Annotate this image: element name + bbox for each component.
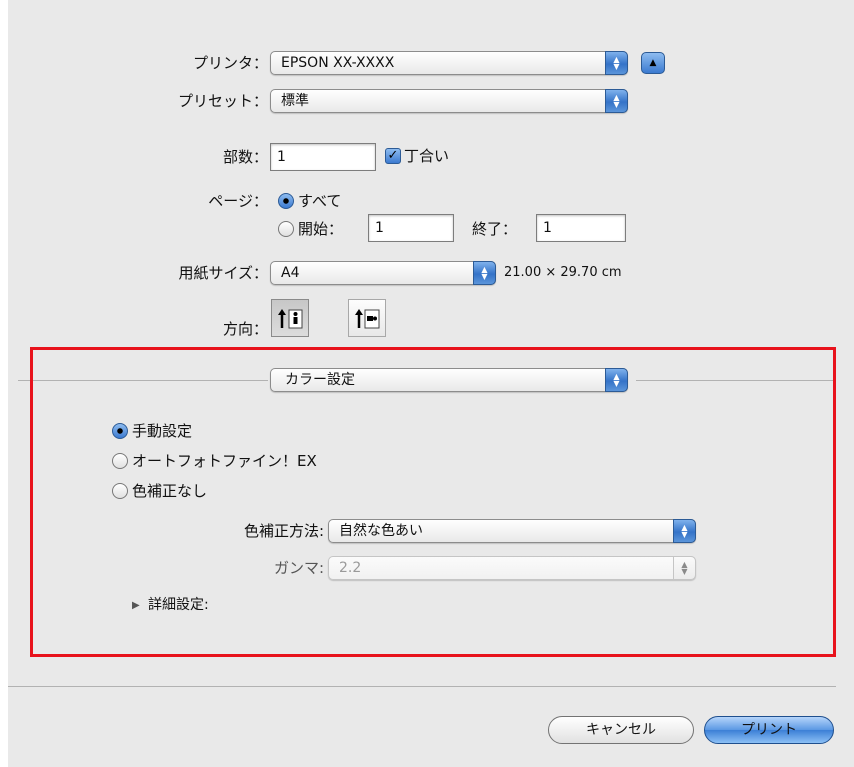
orientation-landscape-button[interactable] (348, 299, 386, 337)
paper-size-value: A4 (281, 265, 300, 281)
landscape-icon (355, 309, 380, 329)
bottom-separator (8, 686, 836, 687)
disclosure-toggle-button[interactable]: ▲ (641, 52, 665, 74)
preset-label: プリセット： (177, 92, 268, 110)
highlight-box (30, 347, 836, 657)
collate-label: 丁合い (404, 147, 450, 165)
printer-label: プリンタ： (192, 54, 268, 72)
pages-to-label: 終了： (472, 220, 518, 238)
paper-size-label: 用紙サイズ： (178, 264, 268, 282)
paper-size-popup[interactable]: A4 ▲ ▼ (270, 261, 496, 285)
popup-stepper-icon: ▲ ▼ (605, 89, 628, 113)
pages-label: ページ： (208, 192, 268, 210)
copies-label: 部数： (222, 148, 268, 166)
copies-field[interactable]: 1 (270, 143, 376, 171)
orientation-label: 方向： (222, 320, 268, 338)
collate-checkbox[interactable]: ✓ (385, 148, 401, 164)
portrait-icon (278, 309, 303, 329)
cancel-button[interactable]: キャンセル (548, 716, 694, 744)
orientation-portrait-button[interactable] (271, 299, 309, 337)
paper-dimensions: 21.00 × 29.70 cm (504, 265, 622, 280)
pages-from-label: 開始： (298, 220, 344, 238)
pages-to-field[interactable]: 1 (536, 214, 626, 242)
preset-popup[interactable]: 標準 ▲ ▼ (270, 89, 628, 113)
popup-stepper-icon: ▲ ▼ (473, 261, 496, 285)
print-button[interactable]: プリント (704, 716, 834, 744)
pages-all-radio[interactable] (278, 193, 294, 209)
popup-stepper-icon: ▲ ▼ (605, 51, 628, 75)
pages-all-label: すべて (298, 192, 342, 210)
pages-from-field[interactable]: 1 (368, 214, 454, 242)
print-dialog: プリンタ： EPSON XX-XXXX ▲ ▼ ▲ プリセット： 標準 ▲ ▼ 部数… (8, 0, 854, 767)
printer-value: EPSON XX-XXXX (281, 55, 395, 71)
preset-value: 標準 (281, 93, 309, 109)
printer-popup[interactable]: EPSON XX-XXXX ▲ ▼ (270, 51, 628, 75)
pages-range-radio[interactable] (278, 221, 294, 237)
